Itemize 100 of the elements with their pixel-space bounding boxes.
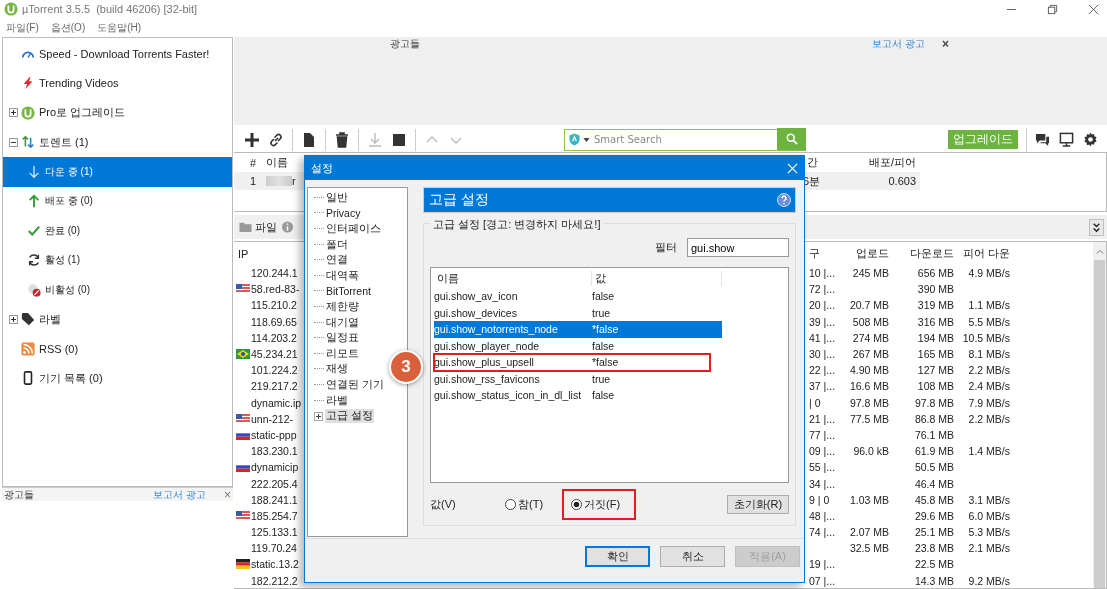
column-header[interactable]: 간 xyxy=(803,155,848,170)
sidebar-item[interactable]: 비활성 (0) xyxy=(3,275,232,305)
setting-row[interactable]: gui.show_player_node false xyxy=(434,337,722,354)
tree-item[interactable]: 폴더 xyxy=(325,237,349,252)
tree-item[interactable]: 리모트 xyxy=(325,346,360,361)
file-icon[interactable] xyxy=(301,131,317,148)
filter-field[interactable]: gui.show xyxy=(687,238,789,257)
dialog-button[interactable]: 취소 xyxy=(660,546,725,567)
expander-icon[interactable] xyxy=(314,411,323,421)
link-icon[interactable] xyxy=(268,131,284,148)
section-title: 고급 설정 xyxy=(429,191,490,209)
info-icon xyxy=(281,221,294,233)
settings-icon[interactable] xyxy=(1083,132,1098,147)
table-cell-text: 32.5 MB xyxy=(849,542,890,555)
scroll-thumb[interactable] xyxy=(1094,260,1105,588)
tree-item[interactable]: 연결 xyxy=(325,253,349,268)
sidebar-item[interactable]: 기기 목록 (0) xyxy=(3,363,232,393)
tree-item[interactable]: 인터페이스 xyxy=(325,222,382,236)
tree-item[interactable]: 일정표 xyxy=(325,331,360,346)
tree-item[interactable]: 일반 xyxy=(325,190,349,205)
column-header[interactable]: 값 xyxy=(592,270,722,286)
bolt-icon xyxy=(21,76,35,91)
tree-item[interactable]: Privacy xyxy=(325,207,362,220)
inactive-icon xyxy=(27,282,41,297)
close-icon[interactable] xyxy=(1088,3,1099,15)
column-header[interactable]: # xyxy=(234,156,262,169)
tree-item[interactable]: 제한량 xyxy=(325,299,360,314)
setting-row[interactable]: gui.show_rss_favicons true xyxy=(434,370,722,387)
column-header[interactable]: 피어 다운 xyxy=(958,246,1014,261)
trash-icon[interactable] xyxy=(334,131,350,148)
sidebar-item[interactable]: RSS (0) xyxy=(3,334,232,364)
caret-icon[interactable] xyxy=(583,137,590,142)
sidebar-item[interactable]: Speed - Download Torrents Faster! xyxy=(3,39,232,69)
report-ad-link[interactable]: 보고서 광고 xyxy=(153,487,206,502)
sidebar-item[interactable]: 다운 중 (1) xyxy=(3,157,232,187)
menu-item[interactable]: 옵션(O) xyxy=(50,20,86,35)
sidebar-item[interactable]: Pro로 업그레이드 xyxy=(3,98,232,128)
flag-icon xyxy=(236,413,250,424)
table-cell: 182.212.2 xyxy=(251,574,298,587)
sidebar-item[interactable]: 배포 중 (0) xyxy=(3,186,232,216)
tree-item[interactable]: 고급 설정 xyxy=(325,409,374,424)
menu-item[interactable]: 도움말(H) xyxy=(97,20,142,35)
dialog-title: 설정 xyxy=(311,160,334,176)
expander-icon[interactable] xyxy=(9,137,18,147)
setting-row[interactable]: gui.show_av_icon false xyxy=(434,288,722,305)
column-header[interactable]: 업로드 xyxy=(836,246,893,261)
table-cell-text: 508 MB xyxy=(852,315,890,328)
column-header[interactable]: 배포/피어 xyxy=(848,155,920,170)
monitor-icon[interactable] xyxy=(1059,132,1074,147)
setting-row[interactable]: gui.show_plus_upsell *false xyxy=(434,354,710,371)
detail-tab[interactable]: 파일 xyxy=(237,217,279,237)
tree-item[interactable]: 재생 xyxy=(325,362,349,377)
rss-icon xyxy=(21,341,35,356)
search-field[interactable]: Smart Search xyxy=(564,128,806,151)
column-header[interactable]: 구 xyxy=(809,246,836,261)
tree-item[interactable]: 대역폭 xyxy=(325,268,360,283)
setting-row[interactable]: gui.show_status_icon_in_dl_list false xyxy=(434,387,722,404)
window-title: µTorrent 3.5.5 (build 46206) [32-bit] xyxy=(22,3,198,15)
sidebar-item[interactable]: 토렌트 (1) xyxy=(3,127,232,157)
expander-icon[interactable] xyxy=(9,314,18,324)
table-cell-text: 97.8 MB xyxy=(849,396,890,409)
table-cell-text: 274 MB xyxy=(852,331,890,344)
tree-item[interactable]: BitTorrent xyxy=(325,285,372,298)
radio-icon[interactable] xyxy=(571,499,583,510)
report-ad-link[interactable]: 보고서 광고 xyxy=(872,37,925,51)
reset-button[interactable]: 초기화(R) xyxy=(727,495,789,514)
search-input[interactable]: Smart Search xyxy=(594,134,777,145)
restore-icon[interactable] xyxy=(1047,3,1058,15)
stop-icon[interactable] xyxy=(391,131,407,148)
plus-icon[interactable] xyxy=(244,131,260,148)
sidebar-item[interactable]: 활성 (1) xyxy=(3,245,232,275)
table-cell-text: 7.9 MB/s xyxy=(968,396,1011,409)
setting-row[interactable]: gui.show_devices true xyxy=(434,304,722,321)
sidebar-item[interactable]: Trending Videos xyxy=(3,68,232,98)
tree-item[interactable]: 대기열 xyxy=(325,315,360,330)
radio-option[interactable]: 참(T) xyxy=(505,497,544,512)
table-cell: 39 |... xyxy=(809,315,836,328)
chevron-down-icon[interactable] xyxy=(1089,218,1104,236)
table-cell-text: 29.6 MB xyxy=(914,509,955,522)
sidebar-item[interactable]: 라벨 xyxy=(3,304,232,334)
table-cell: 34 |... xyxy=(809,477,836,490)
menu-item[interactable]: 파일(F) xyxy=(6,20,39,35)
column-header[interactable]: 다운로드 xyxy=(893,246,958,261)
folder-icon xyxy=(239,221,252,233)
table-cell-text: 50.5 MB xyxy=(914,461,955,474)
expander-icon[interactable] xyxy=(9,108,18,118)
tree-item[interactable]: 라벨 xyxy=(325,393,349,408)
tree-item[interactable]: 연결된 기기 xyxy=(325,377,385,392)
chat-icon[interactable] xyxy=(1035,132,1050,147)
close-ad-button[interactable]: × xyxy=(224,487,231,502)
setting-row[interactable]: gui.show_notorrents_node *false xyxy=(434,321,722,338)
table-cell: 10 |... xyxy=(809,267,836,280)
scrollbar[interactable] xyxy=(1093,242,1106,588)
sidebar-item[interactable]: 완료 (0) xyxy=(3,216,232,246)
close-ad-button[interactable]: × xyxy=(942,37,949,51)
column-header[interactable]: 이름 xyxy=(434,270,592,286)
dialog-button[interactable]: 확인 xyxy=(585,546,650,567)
help-icon[interactable] xyxy=(777,193,791,207)
column-header[interactable]: IP xyxy=(236,247,302,260)
radio-icon[interactable] xyxy=(505,499,516,510)
